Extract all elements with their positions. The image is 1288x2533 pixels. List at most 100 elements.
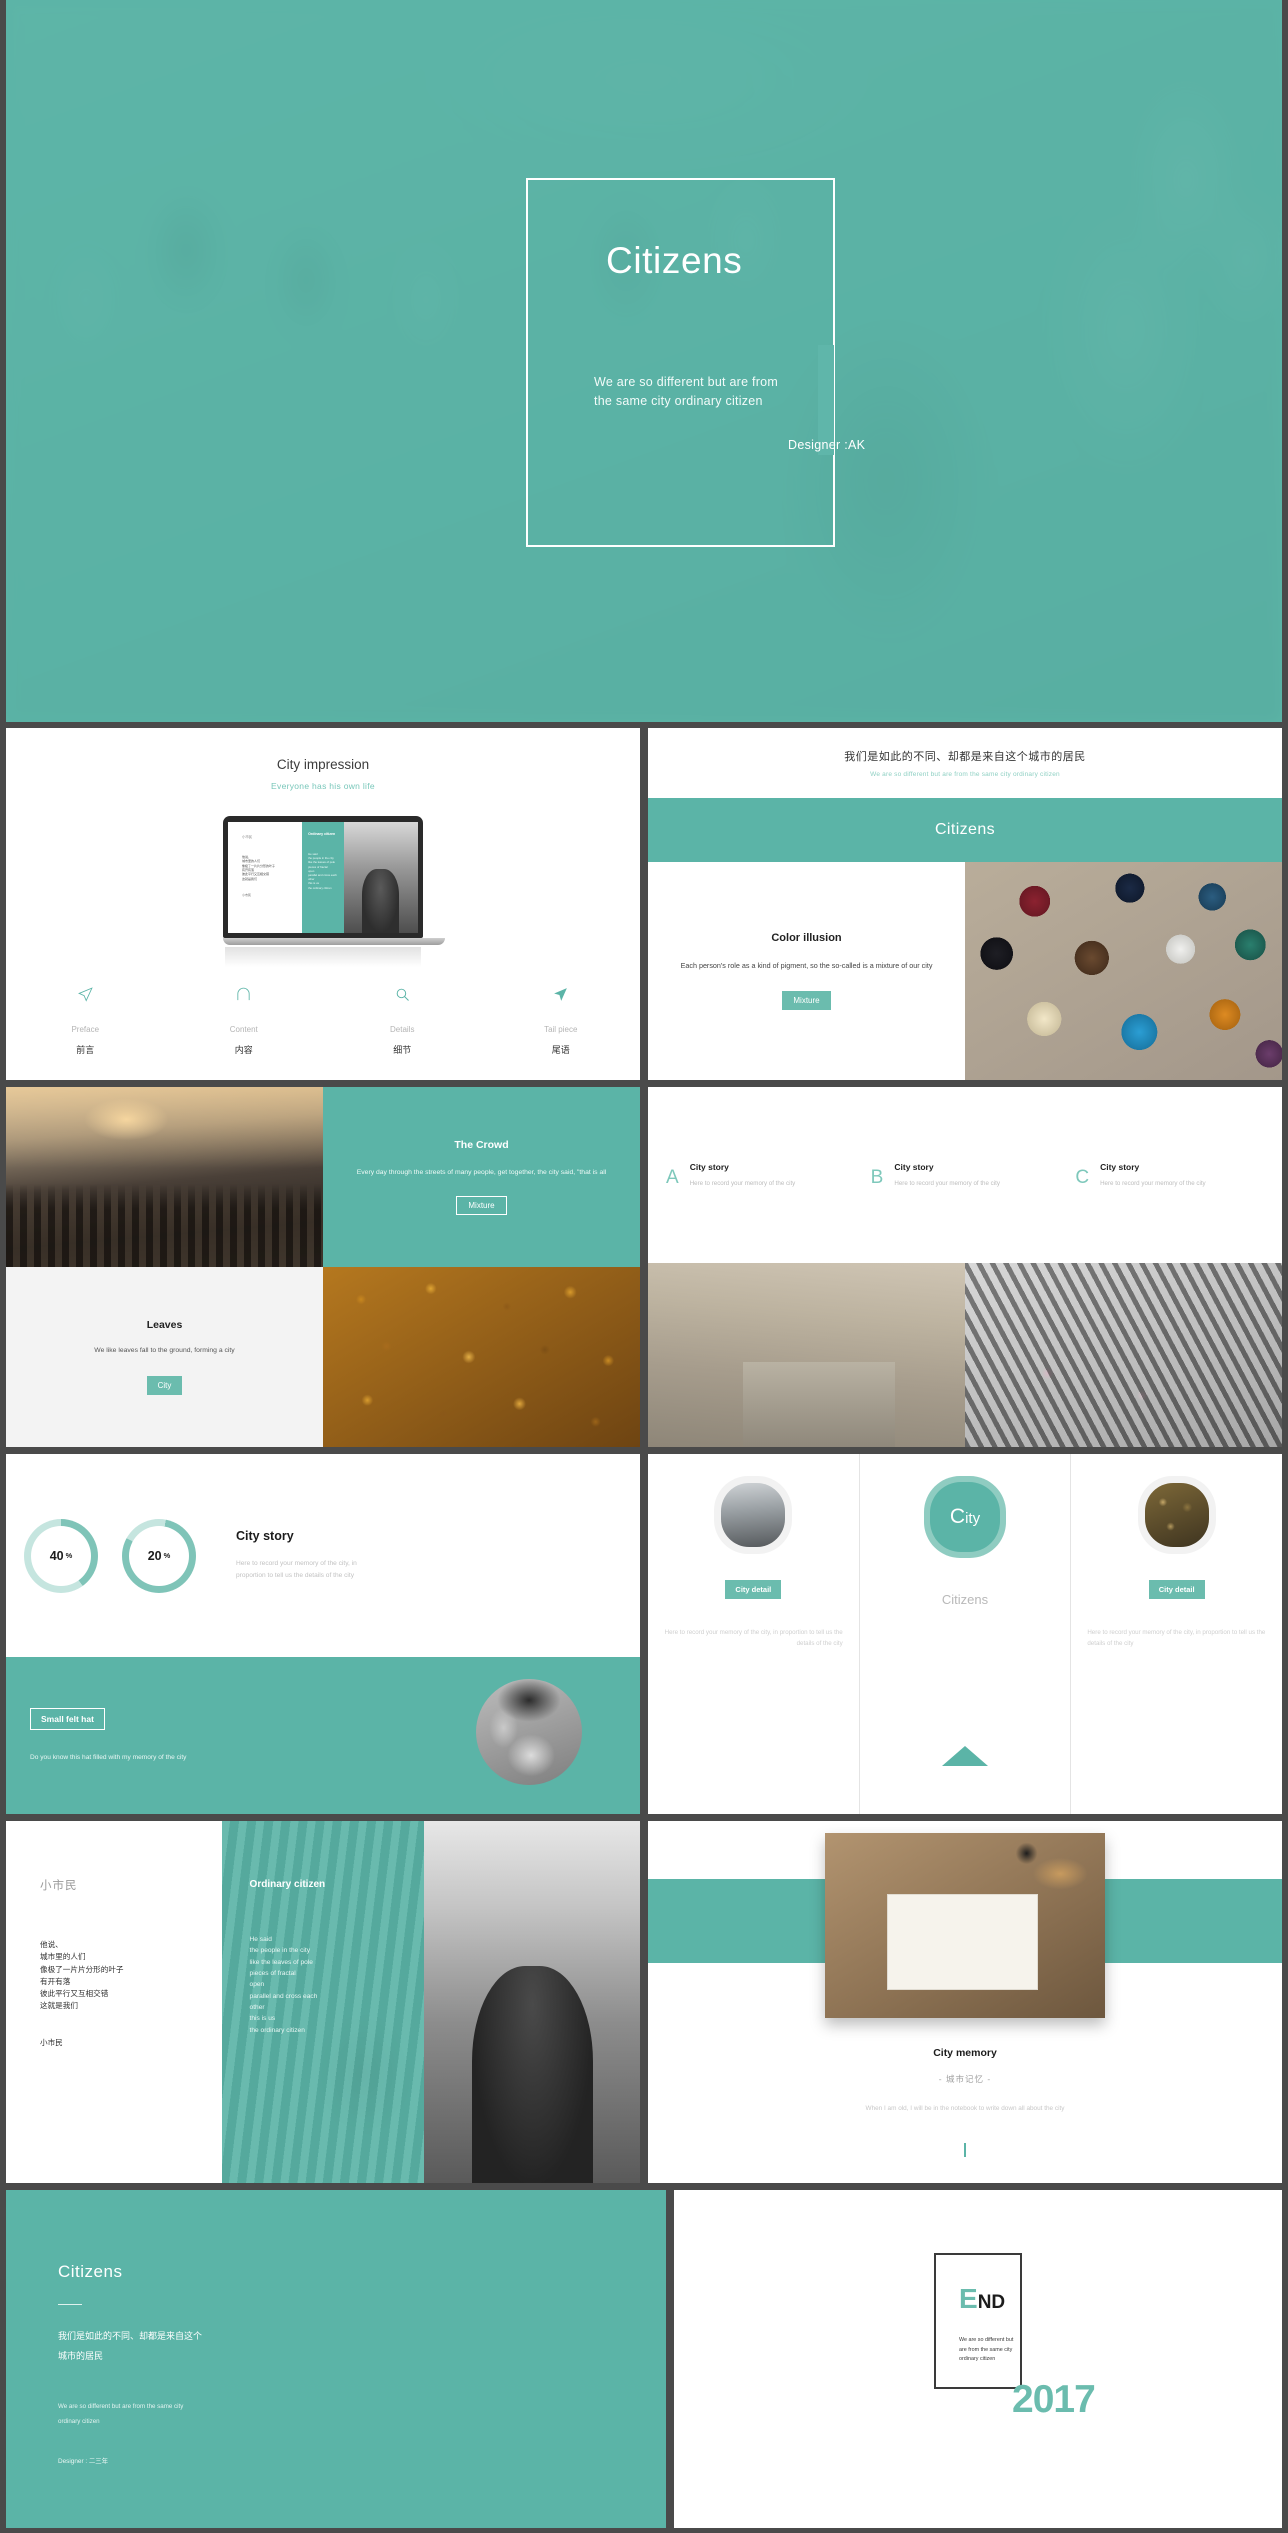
slide3-card-title: Color illusion: [771, 931, 842, 944]
slide-city-story-abc[interactable]: A City story Here to record your memory …: [648, 1087, 1282, 1447]
laptop-reflection: [225, 947, 421, 967]
laptop-base: [223, 938, 445, 945]
slide-ordinary-citizen[interactable]: 小市民 他说、 城市里的人们 像极了一片片分形的叶子 有开有落 彼此平行又互相交…: [6, 1821, 640, 2183]
small-felt-hat-body: Do you know this hat filled with my memo…: [30, 1753, 187, 1761]
crowd-mixture-button[interactable]: Mixture: [456, 1196, 507, 1216]
search-icon: [396, 988, 409, 1001]
closing-en: We are so different but are from the sam…: [58, 2402, 184, 2426]
closing-designer: Designer : 二三年: [58, 2457, 109, 2465]
laptop-left-body: 他说、 城市里的人们 像极了一片片分形的叶子 有开有落 彼此平行又互相交错 这就…: [242, 855, 276, 881]
nav-item-content[interactable]: Content 内容: [165, 986, 324, 1056]
slide-row-2: The Crowd Every day through the streets …: [0, 1087, 1288, 1447]
small-felt-hat-panel: Small felt hat Do you know this hat fill…: [6, 1657, 640, 1814]
nav-item-details[interactable]: Details 细节: [323, 986, 482, 1056]
memory-cn: - 城市记忆 -: [938, 2074, 992, 2084]
crowd-title: The Crowd: [454, 1138, 509, 1151]
slide3-band: Citizens: [648, 798, 1282, 862]
slide-crowd-leaves[interactable]: The Crowd Every day through the streets …: [6, 1087, 640, 1447]
end-body: We are so different but are from the sam…: [959, 2337, 1014, 2363]
slide3-header-cn: 我们是如此的不同、却都是来自这个城市的居民: [844, 751, 1086, 763]
abc-title-c: City story: [1100, 1161, 1140, 1172]
abc-letter-a: A: [666, 1166, 679, 1188]
laptop-col-photo: [343, 822, 418, 933]
nav-item-preface[interactable]: Preface 前言: [6, 986, 165, 1056]
detail-body-left: Here to record your memory of the city, …: [664, 1629, 843, 1648]
nav-content-en: Content: [229, 1025, 258, 1034]
end-word: END: [959, 2285, 1005, 2313]
laptop-mid-heading: Ordinary citizen: [308, 832, 336, 836]
laptop-left-footer: 小市民: [242, 893, 252, 898]
slide2-subtitle: Everyone has his own life: [271, 781, 375, 791]
city-detail-button-right[interactable]: City detail: [1148, 1580, 1205, 1599]
memory-title: City memory: [933, 2047, 997, 2059]
detail-column-left[interactable]: City detail Here to record your memory o…: [648, 1454, 859, 1814]
slide-city-impression[interactable]: City impression Everyone has his own lif…: [6, 728, 640, 1080]
donut-chart-40: 40 %: [24, 1518, 98, 1593]
slide3-header: 我们是如此的不同、却都是来自这个城市的居民 We are so differen…: [648, 728, 1282, 798]
detail-body-right: Here to record your memory of the city, …: [1087, 1629, 1266, 1648]
small-felt-hat-button[interactable]: Small felt hat: [30, 1707, 105, 1730]
notebook-photo: [825, 1833, 1105, 2018]
leaves-title: Leaves: [146, 1318, 183, 1331]
nav-tail-en: Tail piece: [544, 1025, 578, 1034]
presentation-preview: Citizens We are so different but are fro…: [0, 0, 1288, 2533]
memory-body: When I am old, I will be in the notebook…: [865, 2105, 1065, 2112]
closing-rule: [58, 2304, 82, 2305]
laptop-col-mid: Ordinary citizen He said the people in t…: [302, 822, 344, 933]
hero-title: Citizens: [606, 240, 743, 281]
abc-item-a[interactable]: A City story Here to record your memory …: [658, 1162, 863, 1189]
nav-details-en: Details: [390, 1025, 415, 1034]
slide3-body: Color illusion Each person's role as a k…: [648, 862, 1282, 1080]
abc-letter-b: B: [870, 1166, 884, 1188]
abc-item-c[interactable]: C City story Here to record your memory …: [1067, 1162, 1272, 1189]
donut-chart-20: 20 %: [122, 1518, 196, 1593]
citizen-en-heading: Ordinary citizen: [249, 1879, 326, 1890]
laptop-left-heading: 小市民: [242, 835, 253, 839]
donut-40-center: 40 %: [31, 1525, 91, 1586]
closing-cn: 我们是如此的不同、却都是来自这个 城市的居民: [58, 2331, 203, 2361]
slide-city-memory[interactable]: City memory - 城市记忆 - When I am old, I wi…: [648, 1821, 1282, 2183]
donut-40-unit: %: [65, 1551, 73, 1560]
city-detail-button-left[interactable]: City detail: [725, 1580, 782, 1599]
nav-tail-cn: 尾语: [551, 1045, 570, 1055]
laptop-col-left: 小市民 他说、 城市里的人们 像极了一片片分形的叶子 有开有落 彼此平行又互相交…: [228, 822, 303, 933]
memory-accent-bar: [964, 2143, 966, 2157]
nav-item-tail-piece[interactable]: Tail piece 尾语: [482, 986, 641, 1056]
abc-letter-c: C: [1075, 1166, 1090, 1188]
abc-title-a: City story: [689, 1161, 729, 1172]
slide-city-detail-three[interactable]: City detail Here to record your memory o…: [648, 1454, 1282, 1814]
laptop-mid-body: He said the people in the city like the …: [308, 852, 337, 890]
graffiti-wall-photo: [965, 1263, 1282, 1447]
slide-row-4: 小市民 他说、 城市里的人们 像极了一片片分形的叶子 有开有落 彼此平行又互相交…: [0, 1821, 1288, 2183]
arch-icon: [237, 987, 250, 1001]
abc-item-b[interactable]: B City story Here to record your memory …: [863, 1162, 1068, 1189]
donut-40-value: 40: [49, 1548, 64, 1563]
nav-details-cn: 细节: [393, 1045, 412, 1055]
laptop-screen: 小市民 他说、 城市里的人们 像极了一片片分形的叶子 有开有落 彼此平行又互相交…: [223, 816, 423, 938]
mixture-button[interactable]: Mixture: [782, 991, 831, 1011]
old-town-street-photo: [648, 1263, 965, 1447]
slide-row-1: City impression Everyone has his own lif…: [0, 728, 1288, 1080]
crowd-body: Every day through the streets of many pe…: [356, 1168, 607, 1176]
donut-row: 40 % 20 % City story Here to record your…: [6, 1454, 640, 1657]
memory-caption: City memory - 城市记忆 - When I am old, I wi…: [648, 2047, 1282, 2115]
detail-column-center: City Citizens: [858, 1454, 1071, 1814]
triangle-icon: [942, 1746, 988, 1766]
abc-body-c: Here to record your memory of the city: [1100, 1179, 1206, 1187]
citizen-cn-body: 他说、 城市里的人们 像极了一片片分形的叶子 有开有落 彼此平行又互相交错 这就…: [40, 1940, 124, 2011]
detail-column-right[interactable]: City detail Here to record your memory o…: [1070, 1454, 1282, 1814]
slide-end-card[interactable]: END We are so different but are from the…: [674, 2190, 1282, 2528]
leaves-city-button[interactable]: City: [146, 1376, 183, 1396]
slide-donut-city-story[interactable]: 40 % 20 % City story Here to record your…: [6, 1454, 640, 1814]
slide-color-illusion[interactable]: 我们是如此的不同、却都是来自这个城市的居民 We are so differen…: [648, 728, 1282, 1080]
citizen-cn-sign: 小市民: [40, 2037, 63, 2047]
abc-body-b: Here to record your memory of the city: [894, 1179, 1000, 1187]
donut-body: Here to record your memory of the city, …: [236, 1560, 357, 1579]
slide2-title: City impression: [276, 757, 370, 772]
slide-closing-teal[interactable]: Citizens 我们是如此的不同、却都是来自这个 城市的居民 We are s…: [6, 2190, 666, 2528]
hero-subtitle: We are so different but are from the sam…: [594, 375, 779, 409]
end-letters-nd: ND: [977, 2292, 1006, 2313]
donut-20-value: 20: [147, 1548, 162, 1563]
crowd-text-panel: The Crowd Every day through the streets …: [323, 1087, 640, 1267]
slide3-header-en: We are so different but are from the sam…: [870, 771, 1060, 778]
